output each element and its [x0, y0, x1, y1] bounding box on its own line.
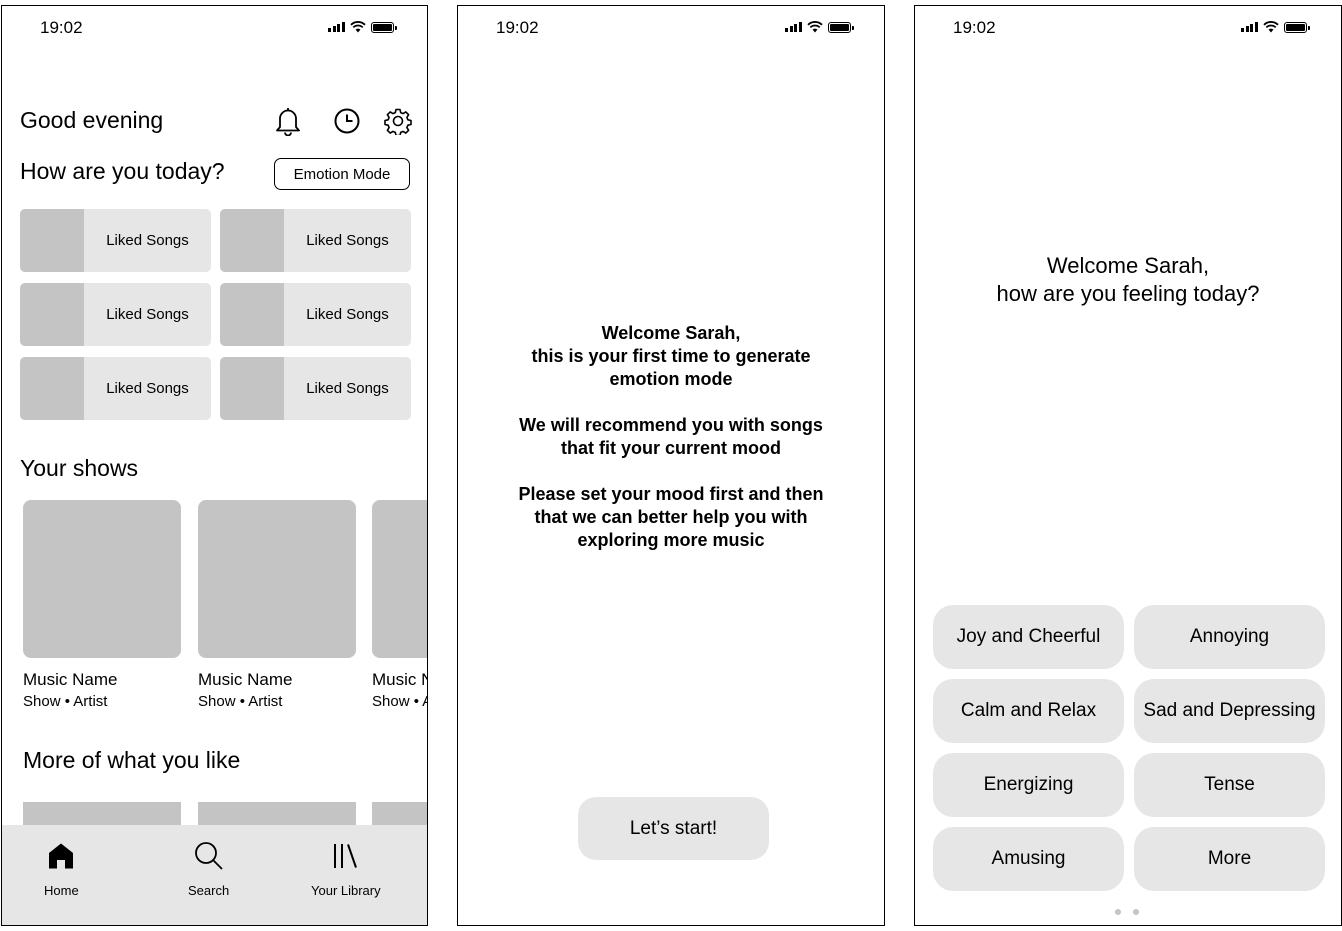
emotion-mode-button[interactable]: Emotion Mode	[274, 158, 410, 190]
tile-thumbnail	[20, 283, 84, 346]
bell-icon[interactable]	[273, 106, 303, 136]
mood-option-joy-and-cheerful[interactable]: Joy and Cheerful	[933, 605, 1124, 669]
liked-songs-tile[interactable]: Liked Songs	[20, 283, 211, 346]
status-icons	[328, 21, 397, 33]
mood-option-tense[interactable]: Tense	[1134, 753, 1325, 817]
status-time: 19:02	[40, 18, 83, 37]
show-card[interactable]: Music Name Show • Artist	[198, 500, 356, 710]
settings-gear-icon[interactable]	[383, 106, 413, 136]
liked-songs-tile[interactable]: Liked Songs	[220, 283, 411, 346]
mood-option-amusing[interactable]: Amusing	[933, 827, 1124, 891]
tile-label: Liked Songs	[306, 306, 389, 323]
mood-question: How are you today?	[20, 158, 225, 184]
more-of-what-you-like-title: More of what you like	[23, 747, 241, 773]
tile-thumbnail	[220, 357, 284, 420]
mood-welcome-title: Welcome Sarah, how are you feeling today…	[915, 252, 1341, 308]
status-icons	[785, 21, 854, 33]
tile-thumbnail	[220, 283, 284, 346]
battery-icon	[827, 21, 854, 33]
intro-line: exploring more music	[577, 530, 765, 550]
intro-line: emotion mode	[609, 369, 733, 389]
mood-option-sad-and-depressing[interactable]: Sad and Depressing	[1134, 679, 1325, 743]
show-card[interactable]: Music Name Show • Artist	[23, 500, 181, 710]
tile-label: Liked Songs	[106, 232, 189, 249]
wifi-icon	[806, 21, 823, 33]
tile-label: Liked Songs	[106, 306, 189, 323]
intro-line: this is your first time to generate	[531, 346, 811, 366]
show-subtitle: Show • Artist	[198, 693, 283, 710]
intro-line: that we can better help you with	[534, 507, 808, 527]
show-artwork	[198, 500, 356, 658]
tile-label: Liked Songs	[306, 380, 389, 397]
bottom-nav-bar: Home Search Your Library	[2, 825, 427, 925]
show-name: Music Name	[23, 670, 118, 689]
signal-icon	[785, 22, 802, 32]
emotion-intro-screen: 19:02 Welcome Sarah, this is your first …	[457, 5, 885, 926]
status-time: 19:02	[496, 18, 539, 37]
library-icon	[332, 839, 360, 873]
your-shows-title: Your shows	[20, 455, 139, 481]
home-screen: 19:02 Good evening How are you today? Em…	[1, 5, 428, 926]
nav-home[interactable]: Home	[44, 839, 79, 898]
mood-option-annoying[interactable]: Annoying	[1134, 605, 1325, 669]
show-card[interactable]: Music Name Show • Artist	[372, 500, 427, 710]
liked-songs-tile[interactable]: Liked Songs	[20, 357, 211, 420]
tile-thumbnail	[20, 357, 84, 420]
home-icon	[48, 839, 74, 873]
status-time: 19:02	[953, 18, 996, 37]
intro-line: Welcome Sarah,	[601, 323, 741, 343]
intro-message: Welcome Sarah, this is your first time t…	[458, 322, 884, 552]
show-artwork	[23, 500, 181, 658]
history-clock-icon[interactable]	[332, 106, 362, 136]
show-name: Music Name	[198, 670, 293, 689]
intro-line: that fit your current mood	[561, 438, 781, 458]
nav-search-label: Search	[188, 883, 230, 898]
nav-library[interactable]: Your Library	[311, 839, 381, 898]
signal-icon	[1241, 22, 1258, 32]
show-artwork	[372, 500, 427, 658]
wifi-icon	[1262, 21, 1279, 33]
tile-thumbnail	[220, 209, 284, 272]
page-indicator[interactable]	[1115, 909, 1139, 915]
battery-icon	[370, 21, 397, 33]
show-subtitle: Show • Artist	[23, 693, 108, 710]
greeting-title: Good evening	[20, 107, 164, 133]
lets-start-button[interactable]: Let’s start!	[578, 797, 769, 860]
mood-select-screen: 19:02 Welcome Sarah, how are you feeling…	[914, 5, 1342, 926]
wifi-icon	[349, 21, 366, 33]
tile-thumbnail	[20, 209, 84, 272]
nav-search[interactable]: Search	[188, 839, 229, 898]
show-subtitle: Show • Artist	[372, 693, 427, 710]
signal-icon	[328, 22, 345, 32]
liked-songs-tile[interactable]: Liked Songs	[220, 209, 411, 272]
intro-line: Please set your mood first and then	[518, 484, 824, 504]
mood-option-calm-and-relax[interactable]: Calm and Relax	[933, 679, 1124, 743]
intro-line: We will recommend you with songs	[519, 415, 823, 435]
nav-home-label: Home	[44, 883, 79, 898]
tile-label: Liked Songs	[106, 380, 189, 397]
nav-library-label: Your Library	[311, 883, 381, 898]
mood-option-energizing[interactable]: Energizing	[933, 753, 1124, 817]
battery-icon	[1283, 21, 1310, 33]
mood-option-more[interactable]: More	[1134, 827, 1325, 891]
status-icons	[1241, 21, 1310, 33]
mood-welcome-line: how are you feeling today?	[996, 281, 1260, 306]
liked-songs-tile[interactable]: Liked Songs	[20, 209, 211, 272]
show-name: Music Name	[372, 670, 427, 689]
tile-label: Liked Songs	[306, 232, 389, 249]
liked-songs-tile[interactable]: Liked Songs	[220, 357, 411, 420]
mood-welcome-line: Welcome Sarah,	[1046, 253, 1210, 278]
search-icon	[194, 839, 224, 873]
